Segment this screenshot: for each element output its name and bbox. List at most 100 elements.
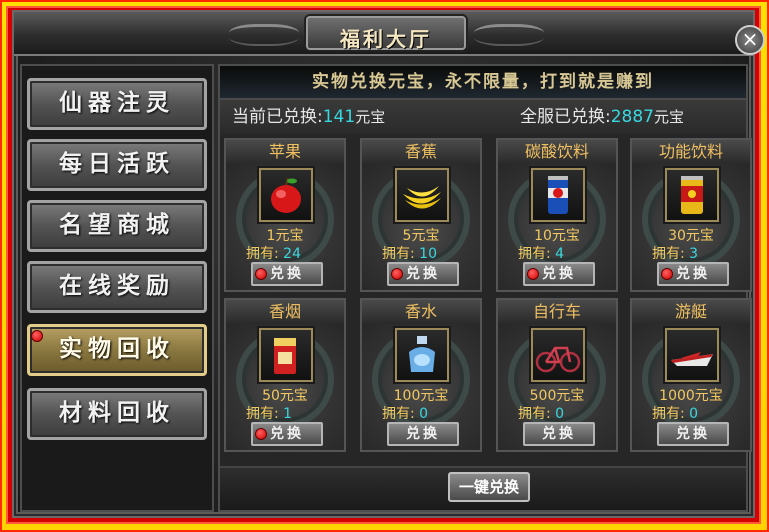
exchange-button[interactable]: 兑换 <box>387 262 459 286</box>
content-panel: 实物兑换元宝，永不限量，打到就是赚到 当前已兑换:141元宝 全服已兑换:288… <box>218 64 752 512</box>
sidebar-item-daily-activity[interactable]: 每日活跃 <box>27 139 207 191</box>
energy-drink-icon <box>681 176 703 214</box>
sidebar-item-prestige-shop[interactable]: 名望商城 <box>27 200 207 252</box>
current-unit: 元宝 <box>355 108 386 126</box>
cigarette-pack-icon <box>274 338 296 374</box>
item-icon-frame <box>531 328 585 382</box>
notification-dot <box>391 268 403 280</box>
sidebar-item-label: 每日活跃 <box>59 151 175 177</box>
owned-label: 拥有: <box>652 406 685 422</box>
owned-value: 10 <box>419 246 437 262</box>
owned-value: 0 <box>419 406 429 422</box>
owned-value: 0 <box>555 406 565 422</box>
notification-dot <box>527 268 539 280</box>
exchange-button[interactable]: 兑换 <box>657 262 729 286</box>
item-icon-frame <box>259 328 313 382</box>
perfume-bottle-icon <box>409 336 435 372</box>
exchange-button[interactable]: 兑换 <box>523 422 595 446</box>
banana-icon <box>403 186 441 209</box>
title-bar: 福利大厅 <box>14 12 753 56</box>
sidebar-item-label: 名望商城 <box>59 212 175 238</box>
item-price: 100元宝 <box>393 388 449 404</box>
item-card-energy-drink: 功能饮料 30元宝 拥有: 3 兑换 <box>630 138 752 292</box>
item-icon-frame <box>395 328 449 382</box>
owned-label: 拥有: <box>382 246 415 262</box>
item-card-yacht: 游艇 1000元宝 拥有: 0 兑换 <box>630 298 752 452</box>
current-value: 141 <box>322 107 356 127</box>
exchange-button[interactable]: 兑换 <box>251 262 323 286</box>
item-owned: 拥有: 0 <box>382 403 428 423</box>
server-exchanged: 全服已兑换:2887元宝 <box>520 100 684 134</box>
ornament-right <box>474 24 544 46</box>
exchange-button[interactable]: 兑换 <box>657 422 729 446</box>
item-owned: 拥有: 24 <box>246 243 301 263</box>
item-card-cigarettes: 香烟 50元宝 拥有: 1 兑换 <box>224 298 346 452</box>
item-name: 游艇 <box>632 300 750 324</box>
sidebar-item-label: 仙器注灵 <box>59 90 175 116</box>
item-name: 自行车 <box>498 300 616 324</box>
sidebar-item-physical-recycle[interactable]: 实物回收 <box>27 324 207 376</box>
sidebar-item-online-rewards[interactable]: 在线奖励 <box>27 261 207 313</box>
exchange-label: 兑换 <box>406 426 440 442</box>
item-icon-frame <box>665 328 719 382</box>
item-name: 碳酸饮料 <box>498 140 616 164</box>
sidebar-item-label: 材料回收 <box>59 400 175 426</box>
sidebar: 仙器注灵 每日活跃 名望商城 在线奖励 实物回收 材料回收 <box>20 64 214 512</box>
owned-label: 拥有: <box>246 246 279 262</box>
current-label: 当前已兑换: <box>232 107 323 127</box>
exchange-label: 兑换 <box>270 426 304 442</box>
owned-label: 拥有: <box>246 406 279 422</box>
notification-dot <box>31 330 43 342</box>
item-card-apple: 苹果 1元宝 拥有: 24 兑换 <box>224 138 346 292</box>
server-label: 全服已兑换: <box>520 107 611 127</box>
server-unit: 元宝 <box>654 108 685 126</box>
sidebar-item-artifact-infusion[interactable]: 仙器注灵 <box>27 78 207 130</box>
item-owned: 拥有: 1 <box>246 403 292 423</box>
apple-icon <box>271 177 301 213</box>
item-price: 10元宝 <box>534 228 580 244</box>
owned-value: 0 <box>689 406 699 422</box>
owned-label: 拥有: <box>382 406 415 422</box>
exchange-stats: 当前已兑换:141元宝 全服已兑换:2887元宝 <box>220 100 746 134</box>
item-card-soda: 碳酸饮料 10元宝 拥有: 4 兑换 <box>496 138 618 292</box>
sidebar-item-material-recycle[interactable]: 材料回收 <box>27 388 207 440</box>
exchange-button[interactable]: 兑换 <box>387 422 459 446</box>
close-button[interactable]: × <box>735 25 765 55</box>
item-price: 30元宝 <box>668 228 714 244</box>
bicycle-icon <box>535 346 581 373</box>
item-price: 50元宝 <box>262 388 308 404</box>
item-owned: 拥有: 3 <box>652 243 698 263</box>
item-icon-frame <box>531 168 585 222</box>
exchange-label: 兑换 <box>542 266 576 282</box>
current-exchanged: 当前已兑换:141元宝 <box>232 100 385 134</box>
owned-value: 24 <box>283 246 301 262</box>
owned-label: 拥有: <box>652 246 685 262</box>
item-owned: 拥有: 0 <box>518 403 564 423</box>
one-key-exchange-button[interactable]: 一键兑换 <box>448 472 530 502</box>
sidebar-item-label: 实物回收 <box>59 336 175 362</box>
item-card-bicycle: 自行车 500元宝 拥有: 0 兑换 <box>496 298 618 452</box>
item-owned: 拥有: 4 <box>518 243 564 263</box>
owned-value: 4 <box>555 246 565 262</box>
server-value: 2887 <box>610 107 654 127</box>
owned-value: 1 <box>283 406 293 422</box>
exchange-button[interactable]: 兑换 <box>251 422 323 446</box>
item-icon-frame <box>395 168 449 222</box>
item-owned: 拥有: 0 <box>652 403 698 423</box>
item-price: 500元宝 <box>529 388 585 404</box>
item-card-perfume: 香水 100元宝 拥有: 0 兑换 <box>360 298 482 452</box>
welfare-hall-window: 福利大厅 仙器注灵 每日活跃 名望商城 在线奖励 实物回收 材料回收 实物兑换元… <box>12 10 765 518</box>
item-owned: 拥有: 10 <box>382 243 437 263</box>
exchange-button[interactable]: 兑换 <box>523 262 595 286</box>
item-name: 香蕉 <box>362 140 480 164</box>
exchange-label: 兑换 <box>406 266 440 282</box>
yacht-icon <box>671 352 713 366</box>
exchange-label: 兑换 <box>542 426 576 442</box>
owned-label: 拥有: <box>518 406 551 422</box>
item-icon-frame <box>665 168 719 222</box>
title-plate: 福利大厅 <box>306 16 466 51</box>
notification-dot <box>255 268 267 280</box>
item-name: 功能饮料 <box>632 140 750 164</box>
exchange-label: 兑换 <box>270 266 304 282</box>
item-card-banana: 香蕉 5元宝 拥有: 10 兑换 <box>360 138 482 292</box>
